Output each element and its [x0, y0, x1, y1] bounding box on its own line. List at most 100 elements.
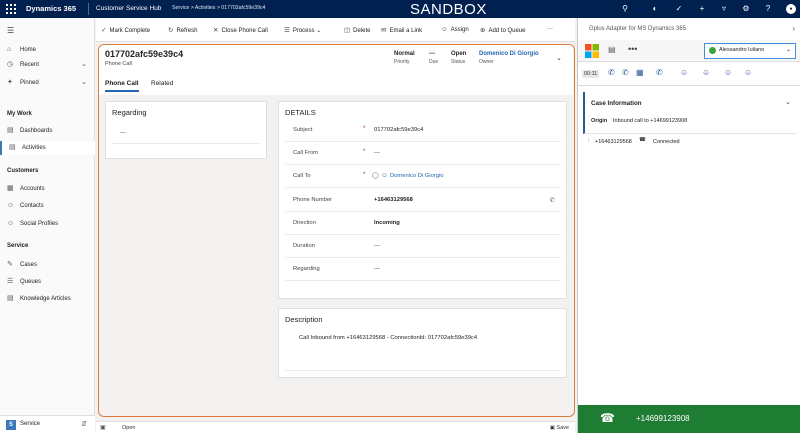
refresh-button[interactable]: ↻ Refresh	[168, 26, 197, 34]
tab-related[interactable]: Related	[151, 80, 173, 87]
filter-icon[interactable]: ▿	[719, 4, 729, 14]
field-regarding[interactable]: Regarding ---	[285, 259, 561, 281]
settings-icon[interactable]: ⚙	[741, 4, 751, 14]
command-label: Mark Complete	[109, 28, 151, 34]
nav-item-label: Recent	[20, 62, 40, 68]
save-button[interactable]: ▣ Save	[550, 425, 569, 431]
transfer-icon[interactable]: ✆	[656, 68, 663, 77]
active-call-bar[interactable]: ☎ +14699123908	[578, 405, 800, 433]
field-value: ---	[374, 243, 380, 249]
header-field-label: Status	[451, 59, 466, 65]
nav-item-label: Knowledge Articles	[20, 296, 71, 302]
pin-icon: ✦	[7, 79, 13, 86]
email-link-button[interactable]: ✉ Email a Link	[381, 26, 422, 34]
command-label: Add to Queue	[488, 28, 526, 34]
description-card: Description Call Inbound from +164631295…	[278, 308, 567, 378]
mark-complete-button[interactable]: ✓ Mark Complete	[101, 26, 150, 34]
agent-icon[interactable]: ☺	[744, 68, 752, 77]
more-commands-button[interactable]: ···	[547, 26, 553, 32]
app-launcher-icon[interactable]	[6, 4, 16, 14]
account-icon: ▦	[7, 185, 14, 192]
field-duration[interactable]: Duration ---	[285, 236, 561, 258]
process-button[interactable]: ☰ Process ⌄	[284, 26, 321, 34]
chevron-down-icon[interactable]: ⌄	[81, 58, 87, 72]
chevron-down-icon[interactable]: ⌄	[785, 98, 791, 106]
field-label: Call From	[293, 150, 319, 156]
agent-status-dropdown[interactable]: Alessandro Iuliano ⌄	[704, 43, 796, 59]
chevron-down-icon[interactable]: ⌄	[81, 76, 87, 90]
help-icon[interactable]: ?	[763, 4, 773, 14]
nav-item-queues[interactable]: ☰ Queues	[0, 275, 95, 289]
lightbulb-icon[interactable]: ◐	[650, 4, 660, 14]
refresh-icon: ↻	[168, 27, 174, 34]
task-icon[interactable]: ✓	[674, 4, 684, 14]
agent-name: Alessandro Iuliano	[719, 47, 765, 53]
record-type: Phone Call	[105, 61, 132, 67]
user-icon[interactable]: ●	[786, 4, 796, 14]
field-value: +16463129568	[374, 197, 413, 203]
description-field[interactable]: Call Inbound from +16463129568 - Connect…	[285, 327, 561, 371]
plus-icon[interactable]: +	[697, 4, 707, 14]
nav-item-pinned[interactable]: ✦ Pinned ⌄	[0, 76, 95, 90]
article-icon: ▤	[7, 295, 14, 302]
area-switcher[interactable]: S Service ⇵	[0, 415, 95, 433]
chevron-down-icon[interactable]: ⌄	[556, 54, 562, 62]
nav-section-title: Service	[7, 243, 29, 249]
field-call-to[interactable]: Call To * ◯ ☺ Domenico Di Giorgio	[285, 166, 561, 188]
search-icon[interactable]: ⚲	[620, 4, 630, 14]
hold-icon[interactable]: ✆	[622, 68, 629, 77]
hangup-icon[interactable]: ✆	[608, 68, 615, 77]
nav-item-dashboards[interactable]: ▤ Dashboards	[0, 124, 95, 138]
nav-item-cases[interactable]: ✎ Cases	[0, 258, 95, 272]
menu-icon[interactable]: ⋮	[586, 138, 592, 144]
record-header: 017702afc59e39c4 Phone Call Normal Prior…	[99, 45, 573, 95]
close-icon: ✕	[213, 27, 219, 34]
nav-item-knowledge-articles[interactable]: ▤ Knowledge Articles	[0, 292, 95, 306]
nav-item-home[interactable]: ⌂ Home	[0, 43, 95, 57]
hamburger-icon[interactable]: ☰	[7, 26, 14, 35]
microsoft-logo-icon[interactable]	[585, 44, 599, 58]
tab-phone-call[interactable]: Phone Call	[105, 80, 139, 92]
conference-icon[interactable]: ☺	[702, 68, 710, 77]
more-icon[interactable]: •••	[628, 44, 637, 54]
field-phone-number[interactable]: Phone Number +16463129568 ✆	[285, 190, 561, 212]
field-label: Direction	[293, 220, 316, 226]
delete-button[interactable]: ◫ Delete	[344, 26, 371, 34]
field-direction[interactable]: Direction Incoming	[285, 213, 561, 235]
brand-divider	[88, 3, 89, 15]
nav-item-recent[interactable]: ◷ Recent ⌄	[0, 58, 95, 72]
field-value: ---	[120, 130, 126, 136]
app-name[interactable]: Customer Service Hub	[96, 5, 161, 12]
call-to-link[interactable]: Domenico Di Giorgio	[390, 173, 443, 179]
assign-button[interactable]: ☺ Assign	[441, 26, 469, 33]
panel-toolbar: ▤ ••• Alessandro Iuliano ⌄	[578, 40, 800, 62]
keypad-icon[interactable]: ▦	[636, 68, 644, 77]
breadcrumb[interactable]: Service > Activities > 017702afc59e39c4	[172, 5, 265, 11]
call-item[interactable]: ⋮ +16463129568 ☎ Connected	[583, 136, 797, 148]
field-call-from[interactable]: Call From * ---	[285, 143, 561, 165]
close-phone-call-button[interactable]: ✕ Close Phone Call	[213, 26, 268, 34]
nav-item-contacts[interactable]: ☺ Contacts	[0, 199, 95, 213]
consult-icon[interactable]: ☺	[680, 68, 688, 77]
status-ready-icon	[709, 47, 716, 54]
command-label: Delete	[353, 28, 371, 34]
phone-icon: ☎	[600, 411, 615, 425]
phone-icon[interactable]: ✆	[550, 196, 555, 204]
sitemap-nav: ☰ ⌂ Home ◷ Recent ⌄ ✦ Pinned ⌄ My Work ▤…	[0, 18, 95, 433]
nav-item-activities[interactable]: ▤ Activities	[0, 141, 95, 155]
assign-icon: ☺	[441, 26, 448, 33]
regarding-field[interactable]: ---	[112, 122, 260, 144]
brand-name[interactable]: Dynamics 365	[26, 4, 76, 13]
popout-icon[interactable]: ▣	[100, 424, 106, 431]
chat-icon[interactable]: ▤	[608, 45, 616, 54]
chevron-right-icon[interactable]: ›	[792, 24, 795, 33]
nav-item-accounts[interactable]: ▦ Accounts	[0, 182, 95, 196]
nav-item-social-profiles[interactable]: ☺ Social Profiles	[0, 217, 95, 231]
connected-icon: ☎	[639, 137, 646, 143]
case-info-title: Case Information	[591, 100, 642, 107]
owner-link[interactable]: Domenico Di Giorgio	[479, 51, 539, 57]
add-to-queue-button[interactable]: ⊕ Add to Queue	[480, 26, 525, 34]
nav-item-label: Dashboards	[20, 128, 53, 134]
field-subject[interactable]: Subject * 017702afc59e39c4	[285, 120, 561, 142]
add-participant-icon[interactable]: ☺	[724, 68, 732, 77]
